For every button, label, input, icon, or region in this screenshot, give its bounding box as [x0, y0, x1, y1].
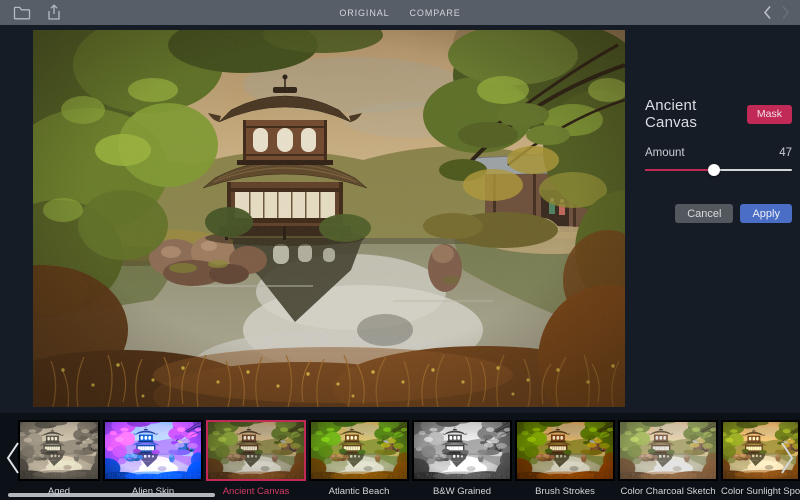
- amount-value: 47: [779, 147, 792, 159]
- filter-preview-image: [309, 420, 409, 481]
- filmstrip-item-b-w-grained[interactable]: B&W Grained: [412, 420, 512, 497]
- filter-name-label: B&W Grained: [412, 486, 512, 497]
- cancel-button[interactable]: Cancel: [675, 204, 733, 223]
- filter-filmstrip: AgedAlien SkinAncient CanvasAtlantic Bea…: [0, 413, 800, 500]
- filmstrip-item-color-charcoal-sketch[interactable]: Color Charcoal Sketch: [618, 420, 718, 497]
- filter-preview-image: [515, 420, 615, 481]
- slider-thumb[interactable]: [708, 164, 720, 176]
- filter-preview-image: [618, 420, 718, 481]
- app-window: ORIGINAL COMPARE Ancient Canvas Mask: [0, 0, 800, 500]
- filter-name-label: Ancient Canvas: [206, 486, 306, 497]
- chevron-right-icon: [781, 5, 790, 20]
- filmstrip-scrollbar[interactable]: [8, 493, 215, 497]
- photo-main: [33, 30, 625, 407]
- filter-title: Ancient Canvas: [645, 97, 747, 131]
- filter-name-label: Color Sunlight Spots: [721, 486, 800, 497]
- apply-button[interactable]: Apply: [740, 204, 792, 223]
- slider-fill: [645, 169, 714, 171]
- filter-name-label: Color Charcoal Sketch: [618, 486, 718, 497]
- filter-preview-image: [206, 420, 306, 481]
- previous-photo-button[interactable]: [763, 5, 772, 20]
- filmstrip-item-ancient-canvas[interactable]: Ancient Canvas: [206, 420, 306, 497]
- filmstrip-item-brush-strokes[interactable]: Brush Strokes: [515, 420, 615, 497]
- filmstrip-item-aged[interactable]: Aged: [18, 420, 100, 497]
- amount-slider[interactable]: [645, 163, 792, 177]
- photo-canvas: [33, 30, 625, 407]
- next-photo-button[interactable]: [781, 5, 790, 20]
- chevron-left-icon: [763, 5, 772, 20]
- filmstrip-scroll-right-button[interactable]: [777, 440, 797, 476]
- amount-label: Amount: [645, 147, 685, 159]
- original-button[interactable]: ORIGINAL: [339, 8, 389, 18]
- filmstrip-item-atlantic-beach[interactable]: Atlantic Beach: [309, 420, 409, 497]
- chevron-left-icon: [3, 440, 23, 476]
- filmstrip-scroll-left-button[interactable]: [3, 440, 23, 476]
- toolbar-nav: [763, 0, 790, 25]
- compare-button[interactable]: COMPARE: [410, 8, 461, 18]
- view-toggle: ORIGINAL COMPARE: [0, 0, 800, 25]
- filter-name-label: Brush Strokes: [515, 486, 615, 497]
- toolbar: ORIGINAL COMPARE: [0, 0, 800, 25]
- filter-preview-image: [18, 420, 100, 481]
- mask-button[interactable]: Mask: [747, 105, 792, 124]
- filter-preview-image: [412, 420, 512, 481]
- filmstrip-item-alien-skin[interactable]: Alien Skin: [103, 420, 203, 497]
- chevron-right-icon: [777, 440, 797, 476]
- filter-name-label: Atlantic Beach: [309, 486, 409, 497]
- filter-preview-image: [103, 420, 203, 481]
- filter-panel: Ancient Canvas Mask Amount 47 Cancel App…: [645, 104, 792, 223]
